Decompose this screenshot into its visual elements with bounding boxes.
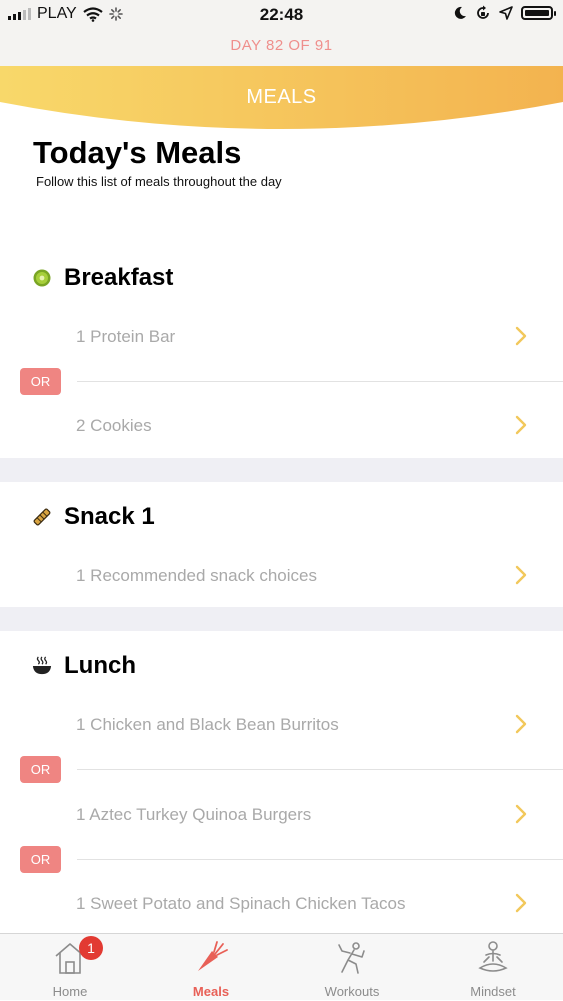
battery-icon — [521, 6, 556, 20]
section-separator — [0, 458, 563, 482]
soup-bowl-icon — [32, 656, 52, 676]
meditation-icon — [478, 941, 508, 972]
or-badge: OR — [20, 756, 61, 783]
page-title: Today's Meals — [33, 135, 242, 170]
tab-bar: 1 Home Meals Workouts Mindset — [0, 933, 563, 1000]
divider-line — [77, 859, 563, 860]
meal-option[interactable]: 1 Chicken and Black Bean Burritos — [0, 703, 563, 747]
header-title: MEALS — [246, 86, 317, 108]
meals-header-banner: MEALS — [0, 66, 563, 130]
meal-option-label: 2 Cookies — [76, 416, 152, 435]
tab-mindset[interactable]: Mindset — [423, 934, 563, 1001]
tab-home[interactable]: 1 Home — [0, 934, 140, 1001]
tab-workouts[interactable]: Workouts — [282, 934, 422, 1001]
tab-label: Meals — [192, 984, 230, 999]
granola-bar-icon — [32, 507, 52, 527]
moon-icon — [454, 6, 466, 19]
tab-label: Workouts — [324, 984, 380, 999]
program-day-label: DAY 82 OF 91 — [0, 30, 563, 66]
tab-label: Mindset — [470, 984, 516, 999]
meal-option-label: 1 Chicken and Black Bean Burritos — [76, 715, 339, 734]
meal-title: Breakfast — [64, 264, 174, 291]
kiwi-icon — [32, 268, 52, 288]
workout-icon — [338, 942, 365, 974]
meal-section-breakfast: Breakfast — [32, 264, 173, 292]
meal-option[interactable]: 1 Aztec Turkey Quinoa Burgers — [0, 793, 563, 837]
chevron-right-icon — [515, 714, 527, 734]
or-divider: OR — [0, 845, 563, 875]
status-bar: PLAY 22:48 — [0, 0, 563, 30]
meal-option[interactable]: 1 Sweet Potato and Spinach Chicken Tacos — [0, 882, 563, 926]
chevron-right-icon — [515, 893, 527, 913]
meal-option-label: 1 Protein Bar — [76, 327, 176, 346]
meal-option[interactable]: 2 Cookies — [0, 404, 563, 448]
chevron-right-icon — [515, 565, 527, 585]
meal-title: Lunch — [64, 652, 136, 679]
divider-line — [77, 381, 563, 382]
notification-badge: 1 — [79, 936, 103, 960]
meal-option-label: 1 Aztec Turkey Quinoa Burgers — [76, 805, 312, 824]
or-badge: OR — [20, 368, 61, 395]
tab-meals[interactable]: Meals — [141, 934, 281, 1001]
chevron-right-icon — [515, 415, 527, 435]
divider-line — [77, 769, 563, 770]
or-badge: OR — [20, 846, 61, 873]
rotation-lock-icon — [477, 5, 489, 19]
section-separator — [0, 607, 563, 631]
chevron-right-icon — [515, 804, 527, 824]
or-divider: OR — [0, 755, 563, 785]
meal-title: Snack 1 — [64, 503, 155, 530]
tab-label: Home — [52, 984, 88, 999]
location-icon — [499, 6, 513, 20]
carrot-icon — [198, 941, 228, 971]
or-divider: OR — [0, 367, 563, 397]
meal-section-snack-1: Snack 1 — [32, 503, 155, 531]
meal-section-lunch: Lunch — [32, 652, 136, 680]
page-subtitle: Follow this list of meals throughout the… — [36, 174, 282, 189]
meal-option-label: 1 Recommended snack choices — [76, 566, 317, 585]
meal-option[interactable]: 1 Recommended snack choices — [0, 554, 563, 598]
meal-option[interactable]: 1 Protein Bar — [0, 315, 563, 359]
chevron-right-icon — [515, 326, 527, 346]
meal-option-label: 1 Sweet Potato and Spinach Chicken Tacos — [76, 894, 406, 913]
